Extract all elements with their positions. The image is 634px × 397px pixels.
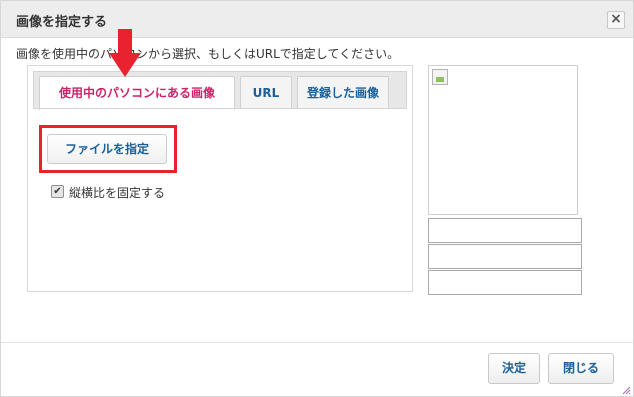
dialog-titlebar[interactable]: 画像を指定する × xyxy=(1,1,633,38)
broken-image-icon xyxy=(432,69,448,85)
image-preview xyxy=(428,65,578,215)
instruction-text: 画像を使用中のパソコンから選択、もしくはURLで指定してください。 xyxy=(16,47,400,61)
down-arrow-annotation-icon xyxy=(109,29,141,77)
close-button[interactable]: 閉じる xyxy=(548,353,614,384)
ok-button[interactable]: 決定 xyxy=(488,353,540,384)
tab-registered-image[interactable]: 登録した画像 xyxy=(297,76,389,109)
tab-bar: 使用中のパソコンにある画像 URL 登録した画像 xyxy=(33,71,407,110)
close-icon[interactable]: × xyxy=(607,11,625,29)
tab-url[interactable]: URL xyxy=(240,76,292,109)
image-info-field-3 xyxy=(428,270,582,295)
aspect-ratio-checkbox[interactable]: ✔ xyxy=(51,185,64,198)
source-panel: 使用中のパソコンにある画像 URL 登録した画像 xyxy=(27,65,413,292)
image-info-field-2 xyxy=(428,244,582,269)
tab-computer-image[interactable]: 使用中のパソコンにある画像 xyxy=(39,76,235,110)
image-dialog: 画像を指定する × 画像を使用中のパソコンから選択、もしくはURLで指定してくだ… xyxy=(0,0,634,397)
image-info-field-1 xyxy=(428,218,582,243)
choose-file-button[interactable]: ファイルを指定 xyxy=(47,134,167,164)
footer-divider xyxy=(1,342,633,343)
aspect-ratio-label: 縦横比を固定する xyxy=(69,186,166,200)
resize-grip-icon[interactable] xyxy=(621,385,631,395)
dialog-title: 画像を指定する xyxy=(16,15,108,30)
